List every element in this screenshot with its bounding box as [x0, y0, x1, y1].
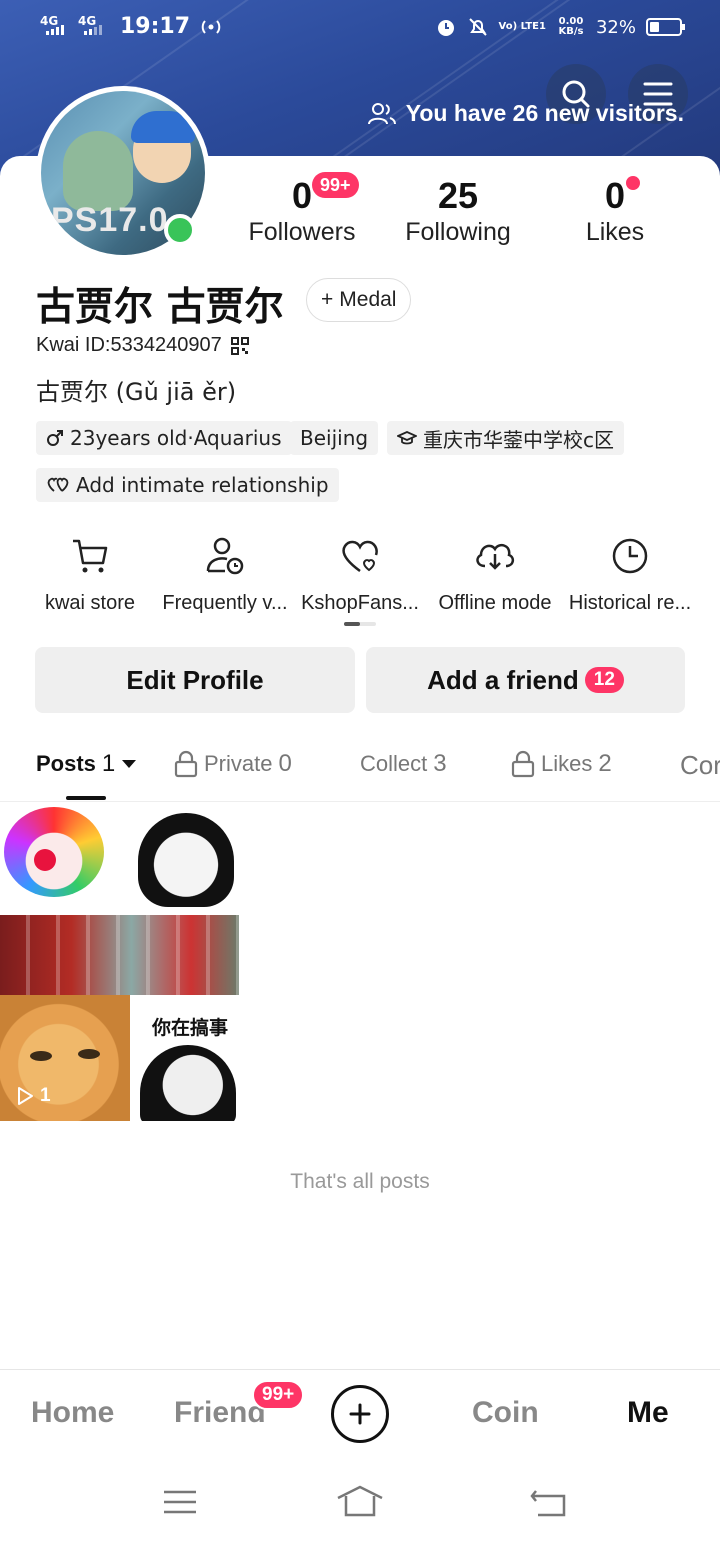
likes-label: Likes — [585, 218, 645, 246]
users-icon — [367, 102, 396, 124]
volte-indicator: Vo) LTE1 — [498, 21, 546, 32]
age-tag[interactable]: 23years old·Aquarius — [36, 421, 292, 455]
back-icon[interactable] — [530, 1488, 568, 1518]
post-thumbnail[interactable]: 你在搞事 1 — [0, 803, 239, 1121]
alarm-icon — [437, 20, 454, 36]
status-bar: 4G 4G 19:17 Vo) LTE1 0.00 KB/s 32% — [0, 0, 720, 56]
likes-stat[interactable]: 0 Likes — [572, 176, 658, 247]
shortcut-frequently-visited[interactable]: Frequently v... — [155, 532, 295, 615]
clock-icon — [612, 538, 648, 574]
create-post-button[interactable] — [331, 1385, 389, 1443]
followers-count: 0 — [291, 175, 313, 216]
shortcut-history[interactable]: Historical re... — [560, 532, 700, 615]
shortcut-offline-mode[interactable]: Offline mode — [425, 532, 565, 615]
plus-icon — [349, 1403, 371, 1425]
caret-down-icon — [122, 760, 137, 768]
plus-icon: + — [321, 288, 334, 311]
edit-profile-button[interactable]: Edit Profile — [35, 647, 355, 713]
clock-time: 19:17 — [120, 14, 191, 39]
nav-friend[interactable]: Friend — [174, 1396, 266, 1430]
signal-icon: 4G — [78, 15, 108, 39]
add-friend-button[interactable]: Add a friend 12 — [366, 647, 685, 713]
following-label: Following — [405, 218, 511, 246]
tab-collect[interactable]: Collect 3 — [360, 750, 447, 778]
play-icon — [18, 1087, 33, 1105]
following-count: 25 — [437, 175, 479, 216]
tab-posts[interactable]: Posts 1 — [36, 750, 137, 778]
following-stat[interactable]: 25 Following — [400, 176, 516, 247]
avatar-text: PS17.0 — [51, 201, 169, 239]
nav-me[interactable]: Me — [627, 1396, 669, 1430]
school-tag[interactable]: 重庆市华蓥中学校c区 — [387, 421, 624, 455]
heart-icon — [342, 540, 378, 573]
add-relationship-tag[interactable]: Add intimate relationship — [36, 468, 339, 502]
post-caption-text: 你在搞事 — [152, 1017, 229, 1039]
nav-coin[interactable]: Coin — [472, 1396, 539, 1430]
add-medal-button[interactable]: + Medal — [306, 278, 412, 322]
linked-hearts-icon — [47, 477, 69, 492]
recent-apps-icon[interactable] — [162, 1488, 198, 1516]
friend-badge: 99+ — [252, 1380, 305, 1410]
bottom-navigation: Home Friend 99+ Coin Me — [0, 1369, 720, 1461]
profile-name: 古贾尔 古贾尔 — [36, 285, 284, 330]
tab-private[interactable]: Private 0 — [174, 750, 292, 778]
tab-likes[interactable]: Likes 2 — [511, 750, 612, 778]
online-status-dot — [164, 214, 196, 246]
graduation-cap-icon — [397, 431, 417, 445]
user-clock-icon — [206, 537, 244, 575]
nav-home[interactable]: Home — [31, 1396, 114, 1430]
male-icon — [47, 430, 63, 446]
qr-code-icon — [230, 336, 249, 355]
system-navigation-bar — [0, 1462, 720, 1544]
signal-icon: 4G — [40, 15, 70, 39]
end-of-posts-text: That's all posts — [290, 1170, 430, 1193]
home-icon[interactable] — [336, 1484, 384, 1518]
bio-text: 古贾尔 (Gǔ jiā ěr) — [36, 378, 237, 406]
lock-icon — [174, 750, 198, 778]
network-speed: 0.00 KB/s — [558, 16, 584, 37]
medal-label: Medal — [339, 288, 397, 311]
followers-badge: 99+ — [312, 172, 359, 198]
followers-label: Followers — [248, 218, 356, 246]
shortcut-kwai-store[interactable]: kwai store — [20, 532, 160, 615]
city-tag[interactable]: Beijing — [290, 421, 379, 455]
shortcut-kshopfans[interactable]: KshopFans... — [290, 532, 430, 615]
cart-icon — [73, 539, 108, 573]
kwai-id-text: Kwai ID:5334240907 — [36, 334, 222, 356]
kwai-id[interactable]: Kwai ID:5334240907 — [36, 334, 250, 357]
lock-icon — [511, 750, 535, 778]
visitors-link[interactable]: You have 26 new visitors. — [367, 100, 684, 127]
profile-tabs: Posts 1 Private 0 Collect 3 Likes 2 Cor — [0, 738, 720, 802]
battery-icon — [646, 18, 685, 36]
hotspot-icon — [201, 19, 221, 34]
likes-notification-dot — [626, 176, 640, 190]
download-cloud-icon — [476, 543, 515, 570]
mute-icon — [468, 18, 487, 36]
shortcuts-page-indicator — [344, 622, 376, 626]
tab-more[interactable]: Cor — [680, 750, 720, 781]
battery-percent: 32% — [595, 16, 636, 38]
visitors-text: You have 26 new visitors. — [405, 100, 684, 126]
likes-count: 0 — [604, 175, 626, 216]
add-friend-badge: 12 — [584, 667, 624, 693]
play-count: 1 — [16, 1085, 51, 1107]
active-tab-indicator — [66, 796, 106, 800]
